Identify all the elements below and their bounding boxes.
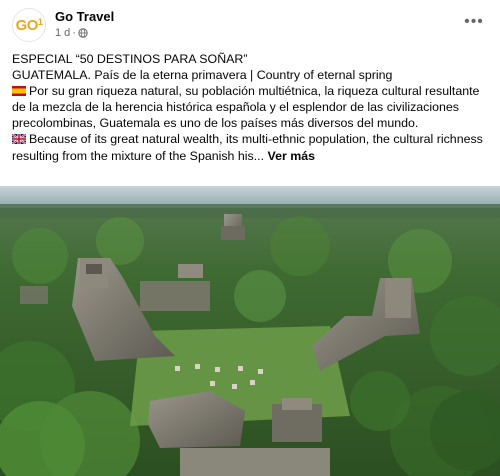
post-photo[interactable] bbox=[0, 186, 500, 476]
post-header: GO1 Go Travel 1 d · ••• bbox=[0, 0, 500, 44]
page-name[interactable]: Go Travel bbox=[55, 9, 114, 24]
globe-icon bbox=[78, 28, 88, 38]
meta-separator: · bbox=[72, 27, 76, 39]
see-more-link[interactable]: Ver más bbox=[268, 149, 316, 163]
more-options-icon[interactable]: ••• bbox=[462, 10, 486, 34]
avatar[interactable]: GO1 bbox=[12, 8, 46, 42]
tikal-jungle-photo bbox=[0, 186, 500, 476]
post-timestamp[interactable]: 1 d bbox=[55, 27, 70, 39]
post-subtitle: GUATEMALA. País de la eterna primavera |… bbox=[12, 68, 393, 83]
spain-flag-icon bbox=[12, 86, 26, 97]
post-title: ESPECIAL “50 DESTINOS PARA SOÑAR” bbox=[12, 52, 248, 66]
spanish-text: Por su gran riqueza natural, su població… bbox=[12, 84, 480, 131]
spanish-paragraph: Por su gran riqueza natural, su població… bbox=[12, 83, 490, 131]
uk-flag-icon bbox=[12, 134, 26, 145]
avatar-logo: GO1 bbox=[15, 16, 43, 34]
post-meta: 1 d · bbox=[55, 27, 88, 39]
english-paragraph: Because of its great natural wealth, its… bbox=[12, 131, 490, 163]
english-text: Because of its great natural wealth, its… bbox=[12, 132, 483, 163]
post-message: ESPECIAL “50 DESTINOS PARA SOÑAR” GUATEM… bbox=[12, 51, 490, 164]
